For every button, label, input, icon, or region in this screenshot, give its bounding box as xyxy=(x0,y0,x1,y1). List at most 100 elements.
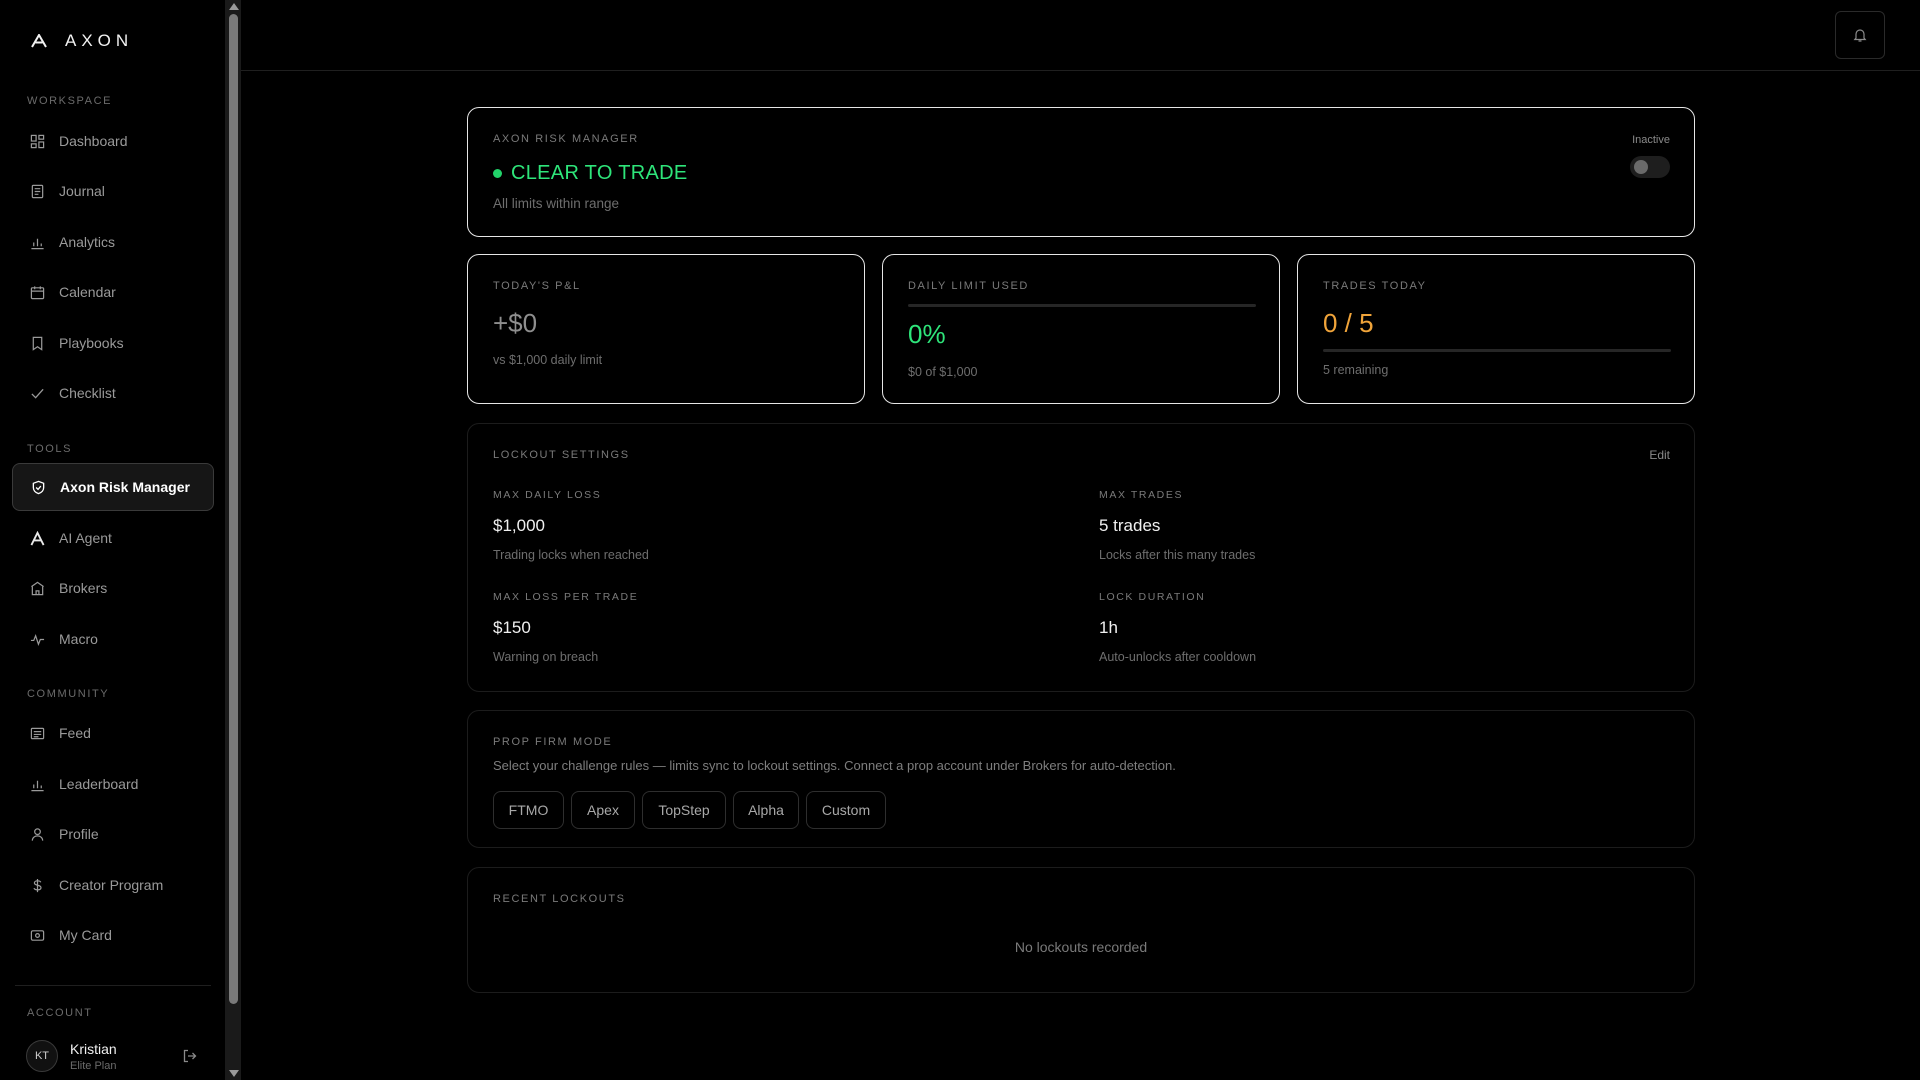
journal-icon xyxy=(31,184,44,198)
axon-logo-icon xyxy=(31,34,47,48)
sidebar-item-label: Profile xyxy=(59,826,99,842)
sidebar-item-dashboard[interactable]: Dashboard xyxy=(12,117,214,165)
daily-limit-label: DAILY LIMIT USED xyxy=(908,280,1029,292)
logo[interactable]: AXON xyxy=(31,31,133,51)
pnl-sub: vs $1,000 daily limit xyxy=(493,353,603,367)
scroll-down-arrow[interactable] xyxy=(229,1070,239,1077)
lock-duration-label: LOCK DURATION xyxy=(1099,591,1206,603)
bank-icon xyxy=(31,581,44,595)
trades-value: 0 / 5 xyxy=(1323,308,1374,338)
sidebar-item-ai-agent[interactable]: AI Agent xyxy=(12,514,214,562)
shield-icon xyxy=(32,480,45,494)
axon-logo-icon xyxy=(30,530,45,545)
pnl-label: TODAY'S P&L xyxy=(493,280,581,292)
dollar-icon xyxy=(33,878,42,892)
sidebar-item-macro[interactable]: Macro xyxy=(12,615,214,663)
bar-chart-icon xyxy=(31,780,44,791)
sidebar-item-journal[interactable]: Journal xyxy=(12,167,214,215)
trades-label: TRADES TODAY xyxy=(1323,280,1427,292)
logout-button[interactable] xyxy=(182,1048,198,1069)
topbar xyxy=(241,0,1920,71)
pulse-icon xyxy=(30,633,45,646)
sidebar-scrollbar[interactable] xyxy=(226,0,241,1080)
sidebar-item-analytics[interactable]: Analytics xyxy=(12,218,214,266)
empty-state: No lockouts recorded xyxy=(1014,939,1148,955)
prop-option-topstep[interactable]: TopStep xyxy=(642,791,726,829)
sidebar-item-label: Analytics xyxy=(59,234,116,250)
sidebar-item-brokers[interactable]: Brokers xyxy=(12,564,214,612)
status-sub: All limits within range xyxy=(493,196,620,211)
sidebar-item-label: Axon Risk Manager xyxy=(60,479,190,495)
sidebar-item-label: Dashboard xyxy=(59,133,128,149)
sidebar-item-label: Playbooks xyxy=(59,335,124,351)
scroll-thumb[interactable] xyxy=(229,14,238,1004)
prop-description: Select your challenge rules — limits syn… xyxy=(493,758,1176,773)
sidebar-item-my-card[interactable]: My Card xyxy=(12,911,214,959)
edit-lockout-button[interactable]: Edit xyxy=(1649,448,1670,462)
lock-duration-value: 1h xyxy=(1099,618,1118,637)
sidebar-item-label: AI Agent xyxy=(59,530,112,546)
account-section-label: ACCOUNT xyxy=(27,1007,93,1019)
toggle-knob xyxy=(1634,160,1648,174)
sidebar-item-label: My Card xyxy=(59,927,112,943)
status-dot xyxy=(493,169,502,178)
avatar: KT xyxy=(26,1040,58,1072)
prop-option-alpha[interactable]: Alpha xyxy=(733,791,799,829)
trades-today-card: TRADES TODAY 0 / 5 5 remaining xyxy=(1297,254,1695,404)
max-loss-per-trade-sub: Warning on breach xyxy=(493,650,599,664)
account-name: Kristian xyxy=(70,1040,117,1057)
sidebar-item-feed[interactable]: Feed xyxy=(12,709,214,757)
user-icon xyxy=(31,827,44,841)
check-icon xyxy=(31,388,44,399)
feed-icon xyxy=(30,727,45,739)
trades-sub: 5 remaining xyxy=(1323,363,1389,377)
bar-chart-icon xyxy=(31,238,44,249)
prop-option-custom[interactable]: Custom xyxy=(806,791,886,829)
toggle-label: Inactive xyxy=(1632,134,1670,146)
max-loss-per-trade-label: MAX LOSS PER TRADE xyxy=(493,591,639,603)
sidebar-item-profile[interactable]: Profile xyxy=(12,810,214,858)
sidebar-item-label: Leaderboard xyxy=(59,776,139,792)
sidebar-item-checklist[interactable]: Checklist xyxy=(12,369,214,417)
prop-option-ftmo[interactable]: FTMO xyxy=(493,791,564,829)
sidebar-item-leaderboard[interactable]: Leaderboard xyxy=(12,760,214,808)
lockout-settings-card: LOCKOUT SETTINGS Edit MAX DAILY LOSS $1,… xyxy=(467,423,1695,692)
sidebar-item-label: Brokers xyxy=(59,580,108,596)
status-text: CLEAR TO TRADE xyxy=(511,162,688,184)
prop-firm-card: PROP FIRM MODE Select your challenge rul… xyxy=(467,710,1695,848)
sidebar-item-label: Checklist xyxy=(59,385,116,401)
daily-limit-sub: $0 of $1,000 xyxy=(908,365,978,379)
scroll-up-arrow[interactable] xyxy=(229,3,239,10)
prop-label: PROP FIRM MODE xyxy=(493,736,613,748)
sidebar: AXON WORKSPACE Dashboard Journal Analyti… xyxy=(0,0,226,1080)
bookmark-icon xyxy=(32,336,43,351)
daily-limit-progress xyxy=(908,304,1256,307)
sidebar-divider xyxy=(15,985,211,986)
logout-icon xyxy=(183,1049,197,1063)
max-trades-sub: Locks after this many trades xyxy=(1099,548,1256,562)
account-plan: Elite Plan xyxy=(70,1059,117,1072)
bell-icon xyxy=(1853,29,1867,42)
max-trades-label: MAX TRADES xyxy=(1099,489,1184,501)
sidebar-item-axon-risk-manager[interactable]: Axon Risk Manager xyxy=(12,463,214,511)
community-section-label: COMMUNITY xyxy=(27,688,110,700)
app-name: AXON xyxy=(65,31,134,50)
pnl-card: TODAY'S P&L +$0 vs $1,000 daily limit xyxy=(467,254,865,404)
sidebar-item-playbooks[interactable]: Playbooks xyxy=(12,319,214,367)
risk-card-label: AXON RISK MANAGER xyxy=(493,133,639,145)
daily-limit-value: 0% xyxy=(908,319,946,349)
sidebar-item-calendar[interactable]: Calendar xyxy=(12,268,214,316)
notifications-button[interactable] xyxy=(1835,11,1885,59)
recent-lockouts-card: RECENT LOCKOUTS No lockouts recorded xyxy=(467,867,1695,993)
prop-option-apex[interactable]: Apex xyxy=(571,791,635,829)
sidebar-item-creator-program[interactable]: Creator Program xyxy=(12,861,214,909)
lock-duration-sub: Auto-unlocks after cooldown xyxy=(1099,650,1257,664)
calendar-icon xyxy=(30,285,45,299)
pnl-value: +$0 xyxy=(493,308,538,338)
account-panel[interactable]: KT Kristian Elite Plan xyxy=(26,1040,198,1072)
risk-status-card: AXON RISK MANAGER CLEAR TO TRADE All lim… xyxy=(467,107,1695,237)
sidebar-item-label: Macro xyxy=(59,631,98,647)
app-root: AXON WORKSPACE Dashboard Journal Analyti… xyxy=(0,0,1920,1080)
risk-manager-toggle[interactable] xyxy=(1630,156,1670,178)
recent-lockouts-label: RECENT LOCKOUTS xyxy=(493,893,626,905)
